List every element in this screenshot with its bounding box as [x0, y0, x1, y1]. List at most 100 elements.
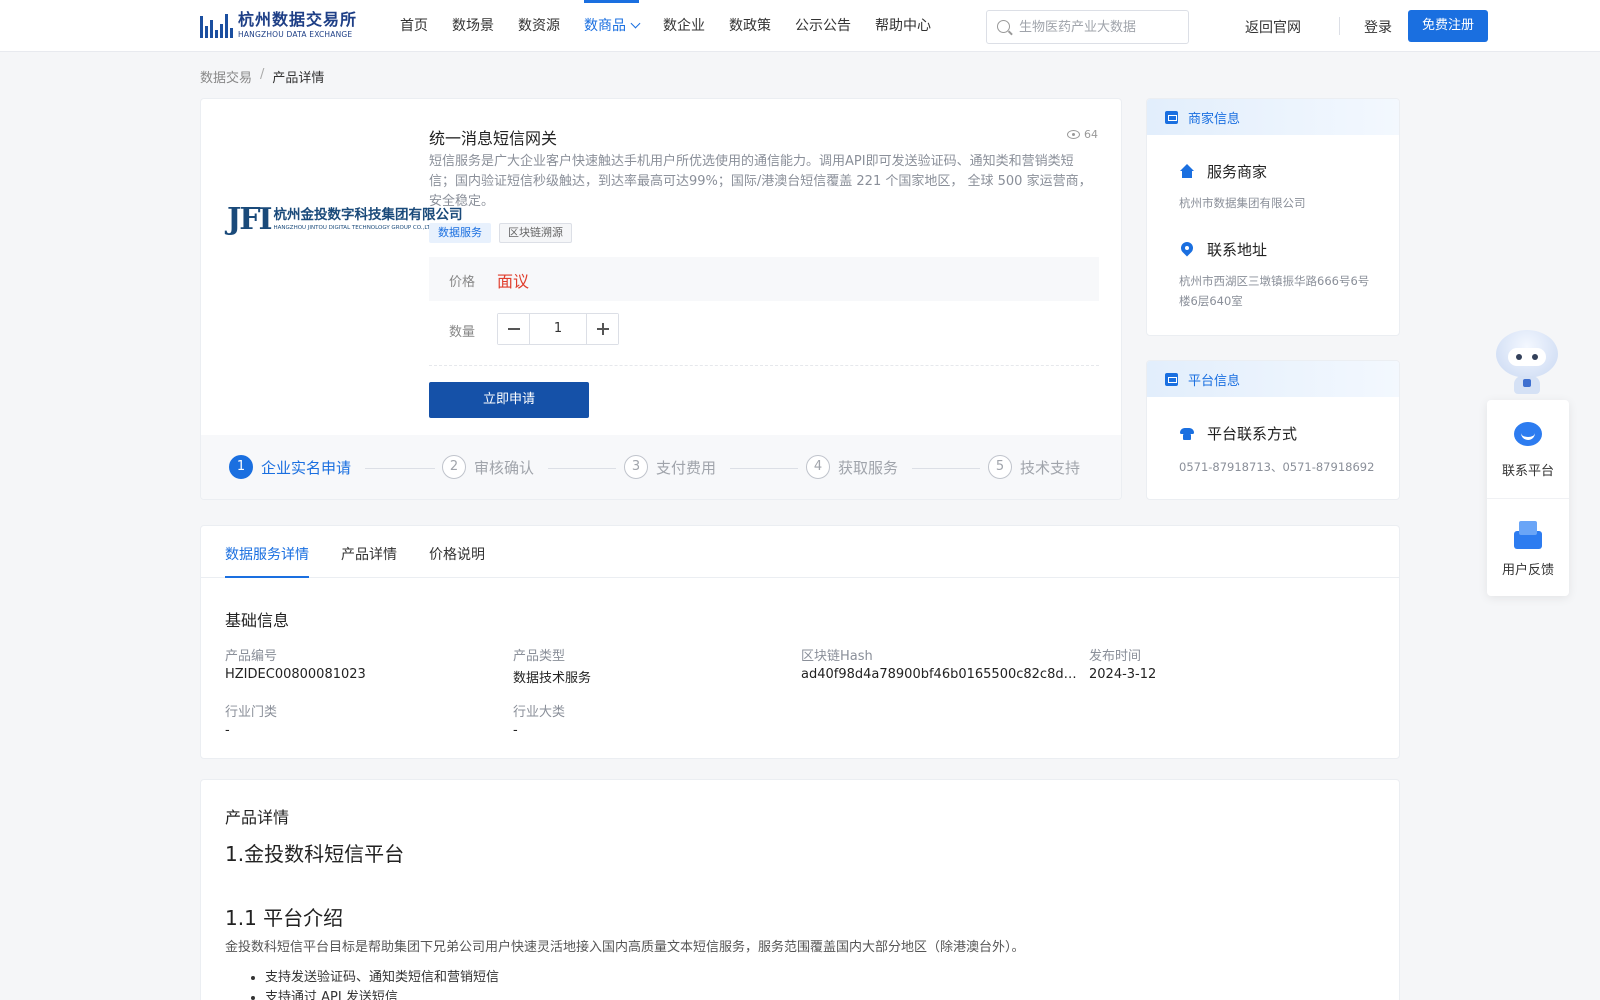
field-industry-category-label: 行业门类	[225, 705, 278, 720]
field-publish-time-label: 发布时间	[1089, 649, 1142, 664]
feedback-mail-icon	[1514, 519, 1542, 549]
price-label: 价格	[449, 275, 476, 290]
platform-contact-heading: 平台联系方式	[1179, 423, 1297, 444]
step-5-number: 5	[988, 455, 1012, 479]
platform-info-header: 平台信息	[1147, 361, 1399, 397]
step-4-number: 4	[806, 455, 830, 479]
site-logo[interactable]: 杭州数据交易所 HANGZHOU DATA EXCHANGE	[200, 8, 362, 42]
nav-policies[interactable]: 数政策	[729, 0, 771, 52]
field-product-id-value: HZIDEC00800081023	[225, 667, 366, 682]
floating-panel: 联系平台 用户反馈	[1487, 400, 1569, 596]
price-row: 价格 面议	[429, 257, 1099, 301]
detail-tabs: 数据服务详情 产品详情 价格说明	[201, 526, 1399, 578]
step-1: 1 企业实名申请	[229, 455, 351, 479]
nav-products[interactable]: 数商品	[584, 0, 641, 52]
search-icon[interactable]	[997, 20, 1010, 33]
user-feedback-label: 用户反馈	[1501, 563, 1554, 578]
step-5-label: 技术支持	[1020, 458, 1081, 477]
product-content-card: 产品详情 1.金投数科短信平台 1.1 平台介绍 金投数科短信平台目标是帮助集团…	[200, 779, 1400, 1000]
customer-service-icon	[1512, 420, 1544, 452]
nav-home[interactable]: 首页	[400, 0, 428, 52]
step-3-number: 3	[624, 455, 648, 479]
basic-info-title: 基础信息	[225, 611, 290, 630]
field-blockchain-hash-label: 区块链Hash	[801, 649, 873, 664]
detail-card: 数据服务详情 产品详情 价格说明 基础信息 产品编号 HZIDEC0080008…	[200, 525, 1400, 759]
home-icon	[1179, 163, 1195, 180]
step-5: 5 技术支持	[988, 455, 1080, 479]
step-1-number: 1	[229, 455, 253, 479]
view-count: 64	[1067, 128, 1098, 141]
breadcrumb: 数据交易 / 产品详情	[200, 67, 324, 86]
store-icon	[1165, 110, 1178, 124]
price-value: 面议	[497, 272, 530, 291]
content-heading-2: 1.1 平台介绍	[225, 906, 344, 930]
contact-platform-label: 联系平台	[1501, 464, 1554, 479]
content-heading-1: 1.金投数科短信平台	[225, 842, 405, 866]
phone-icon	[1179, 426, 1195, 442]
view-count-value: 64	[1084, 128, 1098, 141]
field-industry-category-value: -	[225, 723, 230, 738]
nav-resources[interactable]: 数资源	[518, 0, 560, 52]
field-publish-time-value: 2024-3-12	[1089, 667, 1157, 682]
tab-price-description[interactable]: 价格说明	[429, 544, 485, 564]
contact-address-title: 联系地址	[1207, 241, 1268, 259]
platform-contact-value: 0571-87918713、0571-87918692	[1179, 460, 1375, 474]
minus-icon[interactable]	[498, 314, 530, 344]
register-button[interactable]: 免费注册	[1408, 10, 1488, 42]
product-description: 短信服务是广大企业客户快速触达手机用户所优选使用的通信能力。调用API即可发送验…	[429, 154, 1092, 209]
step-2: 2 审核确认	[442, 455, 534, 479]
step-1-label: 企业实名申请	[261, 458, 352, 477]
service-merchant-value: 杭州市数据集团有限公司	[1179, 196, 1306, 210]
logo-title: 杭州数据交易所	[238, 9, 358, 29]
process-steps: 1 企业实名申请 2 审核确认 3 支付费用 4 获取服务 5 技术支持	[201, 435, 1121, 499]
platform-info-card: 平台信息 平台联系方式 0571-87918713、0571-87918692	[1146, 360, 1400, 500]
product-card: JFI 杭州金投数字科技集团有限公司 HANGZHOU JINTOU DIGIT…	[200, 98, 1122, 500]
tab-data-service-detail[interactable]: 数据服务详情	[225, 544, 309, 564]
service-merchant-heading: 服务商家	[1179, 161, 1267, 182]
contact-platform-button[interactable]: 联系平台	[1487, 400, 1569, 498]
field-blockchain-hash-value: ad40f98d4a78900bf46b0165500c82c8d823a0b	[801, 667, 1079, 682]
nav-products-label: 数商品	[584, 18, 626, 34]
field-industry-major-value: -	[513, 723, 518, 738]
search-input[interactable]	[1019, 17, 1179, 37]
login-link[interactable]: 登录	[1364, 17, 1392, 37]
plus-icon[interactable]	[586, 314, 618, 344]
service-merchant-title: 服务商家	[1207, 163, 1268, 181]
company-logo: JFI 杭州金投数字科技集团有限公司 HANGZHOU JINTOU DIGIT…	[227, 201, 463, 239]
step-connector	[730, 468, 798, 469]
field-product-type-value: 数据技术服务	[513, 671, 592, 686]
step-4-label: 获取服务	[838, 458, 899, 477]
nav-scenes[interactable]: 数场景	[452, 0, 494, 52]
product-tags: 数据服务 区块链溯源	[429, 223, 580, 243]
apply-now-button[interactable]: 立即申请	[429, 382, 589, 418]
product-title: 统一消息短信网关	[429, 129, 558, 148]
content-paragraph: 金投数科短信平台目标是帮助集团下兄弟公司用户快速灵活地接入国内高质量文本短信服务…	[225, 940, 1025, 955]
quantity-value[interactable]: 1	[530, 314, 586, 344]
platform-info-title: 平台信息	[1188, 373, 1241, 389]
tab-product-detail[interactable]: 产品详情	[341, 544, 397, 564]
breadcrumb-separator: /	[260, 67, 265, 82]
step-4: 4 获取服务	[806, 455, 898, 479]
eye-icon	[1067, 130, 1080, 139]
merchant-info-header: 商家信息	[1147, 99, 1399, 135]
list-item: 支持通过 API 发送短信	[265, 988, 499, 1000]
nav-enterprises[interactable]: 数企业	[663, 0, 705, 52]
field-industry-major-label: 行业大类	[513, 705, 566, 720]
step-3-label: 支付费用	[656, 458, 717, 477]
assistant-robot-icon[interactable]	[1488, 324, 1564, 400]
merchant-info-title: 商家信息	[1188, 111, 1241, 127]
step-connector	[365, 468, 435, 469]
nav-help[interactable]: 帮助中心	[875, 0, 931, 52]
search-box	[986, 10, 1189, 44]
logo-subtitle: HANGZHOU DATA EXCHANGE	[238, 29, 353, 39]
header-divider	[1339, 17, 1340, 35]
list-item: 支持发送验证码、通知类短信和营销短信	[265, 968, 499, 988]
back-to-home-link[interactable]: 返回官网	[1245, 17, 1301, 37]
user-feedback-button[interactable]: 用户反馈	[1487, 498, 1569, 596]
contact-address-heading: 联系地址	[1179, 239, 1267, 260]
step-connector	[548, 468, 616, 469]
nav-announcements[interactable]: 公示公告	[795, 0, 851, 52]
step-2-number: 2	[442, 455, 466, 479]
chevron-down-icon	[630, 18, 641, 29]
breadcrumb-root[interactable]: 数据交易	[200, 67, 252, 86]
